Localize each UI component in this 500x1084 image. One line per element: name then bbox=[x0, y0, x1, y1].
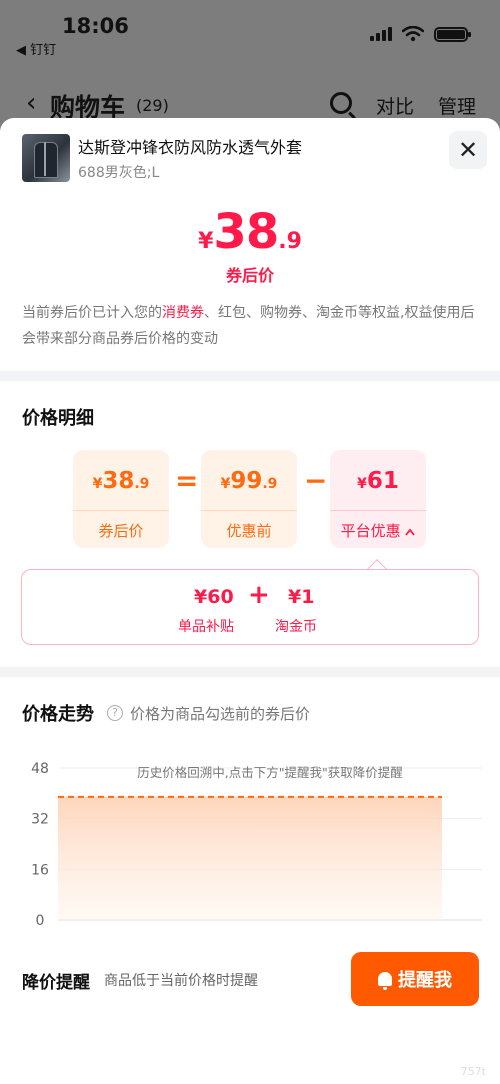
subsidy-value: ¥60 bbox=[194, 586, 234, 608]
platform-discount-box[interactable]: ¥61 平台优惠 bbox=[330, 450, 426, 548]
price-notice: 当前券后价已计入您的消费券、红包、购物券、淘金币等权益,权益使用后会带来部分商品… bbox=[22, 305, 475, 347]
coupon-link[interactable]: 消费券 bbox=[162, 305, 204, 321]
coins-label: 淘金币 bbox=[275, 619, 317, 635]
equals-sign: = bbox=[175, 464, 199, 497]
y-tick-label: 16 bbox=[31, 862, 49, 878]
compare-button[interactable]: 对比 bbox=[376, 92, 414, 119]
price-trend-title: 价格走势 bbox=[22, 704, 94, 725]
price-area bbox=[58, 796, 442, 920]
status-icons bbox=[370, 26, 471, 42]
section-divider bbox=[0, 371, 500, 381]
help-icon[interactable]: ? bbox=[107, 705, 123, 721]
watermark: 757t bbox=[460, 1065, 486, 1078]
back-to-app-link[interactable]: ◀ 钉钉 bbox=[16, 39, 56, 58]
coupon-price-box: ¥38.9 券后价 bbox=[73, 450, 169, 548]
product-spec: 688男灰色;L bbox=[78, 165, 160, 181]
signal-icon bbox=[370, 27, 392, 41]
price-detail-sheet: 达斯登冲锋衣防风防水透气外套 688男灰色;L ✕ ¥38.9 券后价 当前券后… bbox=[0, 118, 500, 1084]
section-divider bbox=[0, 667, 500, 677]
original-price-box: ¥99.9 优惠前 bbox=[201, 450, 297, 548]
chevron-up-icon bbox=[405, 528, 416, 536]
price-detail-title: 价格明细 bbox=[22, 408, 94, 429]
search-icon[interactable] bbox=[330, 92, 352, 114]
remind-me-button[interactable]: 提醒我 bbox=[351, 952, 479, 1006]
chart-annotation: 历史价格回溯中,点击下方"提醒我"获取降价提醒 bbox=[137, 765, 403, 780]
final-price: ¥38.9 bbox=[198, 204, 302, 260]
product-title: 达斯登冲锋衣防风防水透气外套 bbox=[78, 138, 303, 157]
final-price-label: 券后价 bbox=[225, 266, 274, 285]
price-alert-title: 降价提醒 bbox=[22, 973, 90, 993]
price-trend-note: 价格为商品勾选前的券后价 bbox=[130, 705, 311, 723]
price-alert-subtitle: 商品低于当前价格时提醒 bbox=[104, 973, 258, 989]
minus-sign: − bbox=[304, 464, 328, 497]
y-tick-label: 48 bbox=[31, 761, 49, 777]
status-bar: 18:06 ◀ 钉钉 bbox=[0, 0, 500, 70]
plus-sign: + bbox=[248, 580, 270, 610]
subsidy-label: 单品补贴 bbox=[178, 619, 234, 635]
price-trend-chart: 48 32 16 0 历史价格回溯中,点击下方"提醒我"获取降价提醒 bbox=[31, 761, 482, 929]
y-tick-label: 0 bbox=[36, 913, 45, 929]
discount-breakdown: ¥60 单品补贴 + ¥1 淘金币 bbox=[21, 569, 479, 645]
close-button[interactable]: ✕ bbox=[449, 131, 487, 169]
close-icon: ✕ bbox=[457, 136, 479, 164]
coins-value: ¥1 bbox=[288, 586, 315, 608]
back-chevron-icon[interactable]: ‹ bbox=[26, 88, 36, 118]
wifi-icon bbox=[402, 26, 424, 42]
manage-button[interactable]: 管理 bbox=[438, 92, 476, 119]
y-tick-label: 32 bbox=[31, 812, 49, 828]
cart-count: (29) bbox=[136, 96, 169, 115]
status-time: 18:06 bbox=[62, 14, 129, 38]
bell-icon bbox=[378, 972, 392, 990]
battery-icon bbox=[434, 26, 471, 42]
product-thumbnail bbox=[22, 134, 70, 182]
